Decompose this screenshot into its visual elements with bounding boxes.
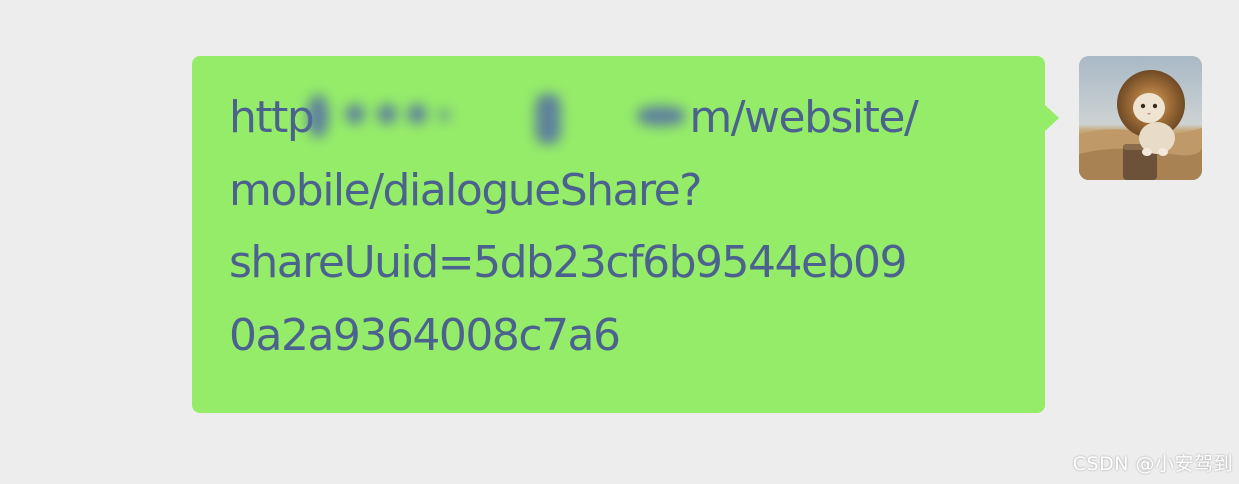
url-path-start: m/website/: [689, 92, 918, 143]
avatar[interactable]: [1079, 56, 1202, 180]
watermark: CSDN @小安驾到: [1072, 453, 1233, 475]
lion-cat-photo-icon: [1079, 56, 1202, 180]
bubble-tail: [1044, 104, 1059, 132]
message-line-4: 0a2a9364008c7a6: [229, 309, 621, 361]
chat-area: http m/website/ mobile/dialogueShare? sha…: [0, 0, 1239, 484]
message-bubble[interactable]: http m/website/ mobile/dialogueShare? sha…: [192, 56, 1045, 413]
redacted-url-segment: [307, 90, 687, 144]
url-prefix: http: [229, 92, 315, 143]
message-line-3: shareUuid=5db23cf6b9544eb09: [229, 237, 908, 288]
message-text[interactable]: http m/website/ mobile/dialogueShare? sha…: [229, 82, 1009, 372]
message-line-2: mobile/dialogueShare?: [229, 164, 703, 216]
message-line-1: http m/website/: [229, 82, 1009, 155]
